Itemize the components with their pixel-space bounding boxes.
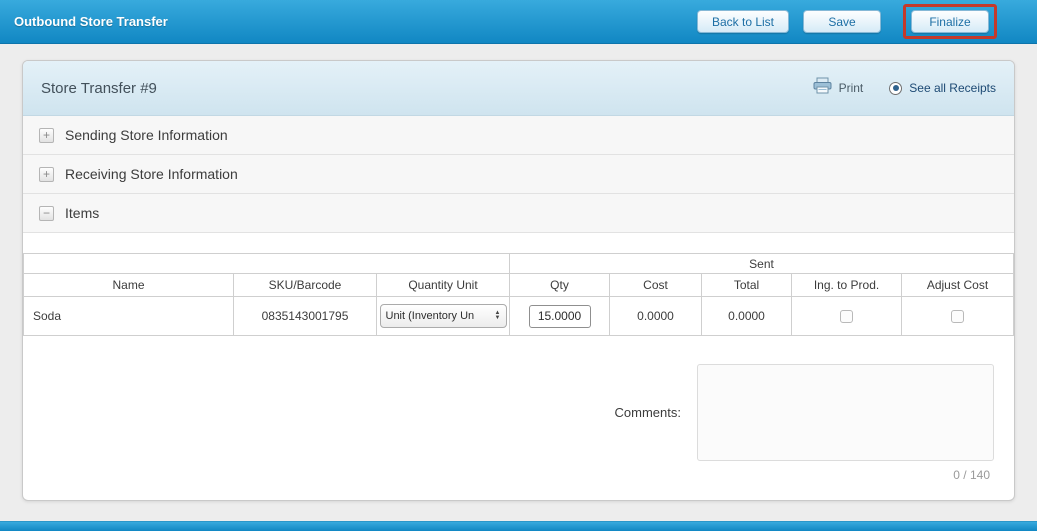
page-title: Outbound Store Transfer: [14, 14, 168, 29]
print-icon: [813, 77, 832, 99]
print-button[interactable]: Print: [813, 77, 864, 99]
items-table: Sent Name SKU/Barcode Quantity Unit Qty …: [23, 253, 1014, 336]
qty-cell: [509, 296, 611, 336]
section-receiving-store-information[interactable]: + Receiving Store Information: [23, 155, 1014, 194]
column-header-qty: Qty: [509, 273, 611, 297]
app-header: Outbound Store Transfer Back to List Sav…: [0, 0, 1037, 44]
column-header-total: Total: [701, 273, 793, 297]
see-all-receipts-label: See all Receipts: [909, 81, 996, 95]
quantity-unit-selected-value: Unit (Inventory Un: [385, 310, 475, 322]
see-all-receipts-radio[interactable]: See all Receipts: [889, 81, 996, 95]
plus-icon[interactable]: +: [39, 127, 54, 143]
quantity-unit-cell: Unit (Inventory Un ▲ ▼: [375, 296, 511, 336]
item-total: 0.0000: [701, 296, 793, 336]
blank-cell: [23, 253, 511, 274]
column-header-ing-to-prod: Ing. to Prod.: [791, 273, 903, 297]
finalize-button[interactable]: Finalize: [911, 10, 989, 33]
comments-textarea[interactable]: [697, 364, 994, 461]
store-transfer-panel: Store Transfer #9 Print See all Receipts: [22, 60, 1015, 501]
page: Outbound Store Transfer Back to List Sav…: [0, 0, 1037, 531]
comments-label: Comments:: [614, 405, 681, 420]
save-button[interactable]: Save: [803, 10, 881, 33]
item-cost: 0.0000: [609, 296, 703, 336]
up-down-arrows-icon: ▲ ▼: [494, 310, 501, 321]
section-label: Items: [65, 205, 100, 221]
back-to-list-button[interactable]: Back to List: [696, 10, 789, 33]
ing-to-prod-checkbox[interactable]: [840, 310, 854, 324]
table-header-row: Name SKU/Barcode Quantity Unit Qty Cost …: [23, 273, 1014, 297]
item-name: Soda: [23, 296, 234, 336]
panel-header: Store Transfer #9 Print See all Receipts: [23, 61, 1014, 116]
bottom-blue-bar: [0, 521, 1037, 531]
store-transfer-title: Store Transfer #9: [41, 79, 157, 97]
item-sku: 0835143001795: [233, 296, 377, 336]
minus-icon[interactable]: −: [39, 205, 54, 221]
table-row: Soda 0835143001795 Unit (Inventory Un ▲ ▼…: [23, 296, 1014, 336]
sent-group-header-row: Sent: [23, 253, 1014, 274]
column-header-name: Name: [23, 273, 234, 297]
column-header-adjust-cost: Adjust Cost: [901, 273, 1014, 297]
comments-row: Comments:: [23, 364, 1014, 461]
adjust-cost-cell: [901, 296, 1014, 336]
adjust-cost-checkbox[interactable]: [951, 310, 964, 324]
column-header-quantity-unit: Quantity Unit: [375, 273, 511, 297]
section-label: Sending Store Information: [65, 127, 228, 143]
sent-group-header: Sent: [509, 253, 1014, 274]
column-header-sku: SKU/Barcode: [233, 273, 377, 297]
section-sending-store-information[interactable]: + Sending Store Information: [23, 116, 1014, 155]
section-label: Receiving Store Information: [65, 166, 238, 182]
column-header-cost: Cost: [609, 273, 703, 297]
qty-input[interactable]: [528, 304, 591, 328]
plus-icon[interactable]: +: [39, 166, 54, 182]
annotation-highlight-box: Finalize: [903, 4, 997, 39]
print-label: Print: [838, 81, 864, 95]
radio-selected-icon[interactable]: [889, 81, 903, 95]
quantity-unit-select[interactable]: Unit (Inventory Un ▲ ▼: [379, 304, 507, 328]
ing-to-prod-cell: [791, 296, 903, 336]
section-items[interactable]: − Items: [23, 194, 1014, 233]
comments-char-counter: 0 / 140: [953, 468, 990, 482]
